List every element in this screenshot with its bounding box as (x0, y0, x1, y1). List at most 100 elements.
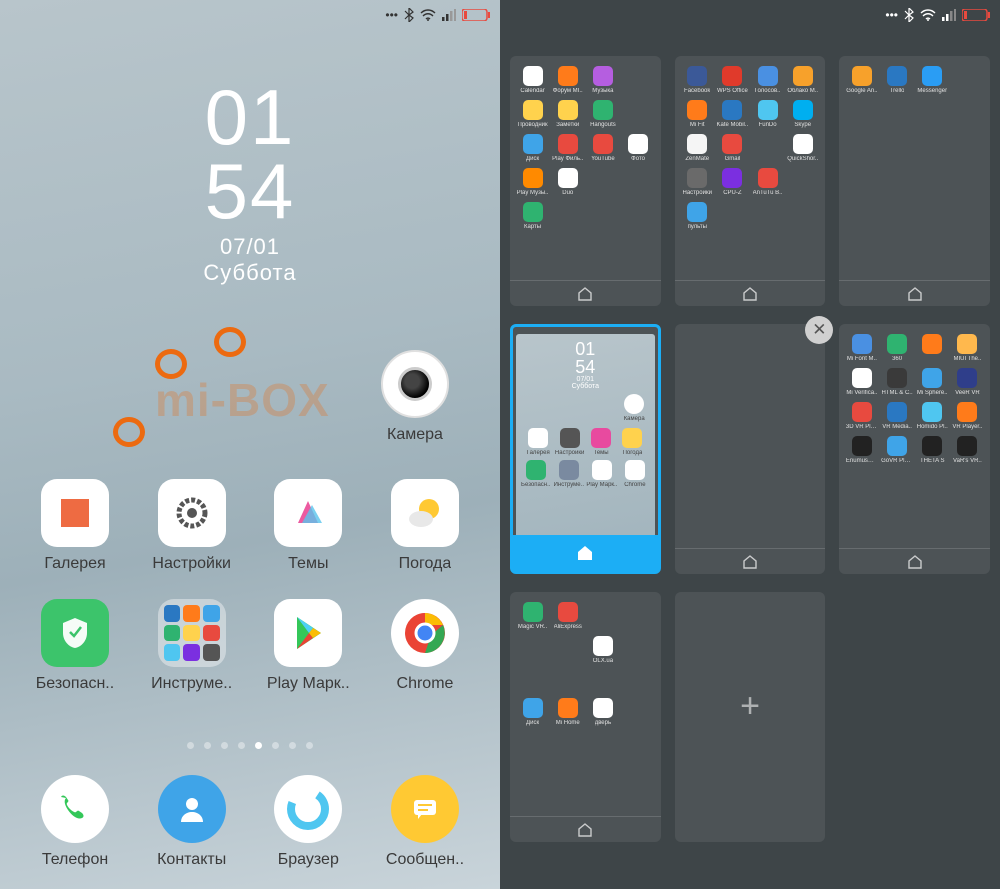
mini-app: Gmail (716, 134, 749, 162)
mini-app: Форум MI.. (551, 66, 584, 94)
signal-icon (442, 9, 456, 21)
more-dots: ••• (385, 8, 398, 22)
shield-icon (60, 616, 90, 650)
page-thumbnail[interactable]: FacebookWPS OfficeГолосов..Облако M..Mi … (675, 56, 826, 306)
app-label: Погода (399, 555, 452, 573)
bluetooth-icon (404, 8, 414, 22)
app-gallery[interactable]: Галерея (20, 479, 130, 573)
mini-app: THETA S (916, 436, 949, 464)
home-icon (575, 543, 595, 563)
battery-icon (462, 9, 490, 21)
page-thumbnail[interactable]: Google An..TrelloMessenger (839, 56, 990, 306)
mini-app (621, 670, 654, 692)
mini-app: Диск (516, 134, 549, 162)
home-screen: ••• 01 54 07/01 Суббота Камера Галерея Н… (0, 0, 500, 889)
mini-app: Заметки (551, 100, 584, 128)
watermark: mi-BOX (155, 373, 330, 427)
clock-date: 07/01 (0, 234, 500, 260)
mini-app: Mi Font M.. (845, 334, 878, 362)
app-label: Безопасн.. (36, 675, 114, 693)
home-icon (742, 286, 758, 302)
mini-app: EnumusVR.. (845, 436, 878, 464)
mini-app: Homido Pl.. (916, 402, 949, 430)
mini-app: Mi Sphere.. (916, 368, 949, 396)
thumb-home-bar (513, 535, 658, 571)
dock-contacts[interactable]: Контакты (137, 775, 247, 869)
mini-app: Инструме.. (553, 460, 584, 488)
camera-icon (398, 367, 432, 401)
mini-app: Настройки (681, 168, 714, 196)
mini-app: Skype (786, 100, 819, 128)
bluetooth-icon (904, 8, 914, 22)
wifi-icon (920, 9, 936, 21)
mini-app: AliExpress (551, 602, 584, 630)
page-indicator (0, 742, 500, 749)
thumb-home-bar (675, 280, 826, 306)
app-label: Камера (387, 426, 443, 444)
mini-app-grid: Mi Font M..360MIUI The..Mi Verifica..HTM… (845, 334, 984, 464)
page-thumbnail-active[interactable]: 0154 07/01Суббота Камера ГалереяНастройк… (510, 324, 661, 574)
mini-app: Погода (618, 428, 647, 456)
home-icon (577, 822, 593, 838)
page-thumbnail[interactable]: Mi Font M..360MIUI The..Mi Verifica..HTM… (839, 324, 990, 574)
app-themes[interactable]: Темы (253, 479, 363, 573)
overview-screen: ••• CalendarФорум MI..МузыкаПроводникЗам… (500, 0, 1000, 889)
dock-phone[interactable]: Телефон (20, 775, 130, 869)
page-thumbnail[interactable]: ✕ (675, 324, 826, 574)
dock-browser[interactable]: Браузер (253, 775, 363, 869)
mini-app-grid: Google An..TrelloMessenger (845, 66, 984, 94)
close-button[interactable]: ✕ (805, 316, 833, 344)
mini-app: пульты (681, 202, 714, 230)
mini-app: Безопасн.. (520, 460, 551, 488)
mini-app (751, 134, 784, 162)
message-icon (408, 792, 442, 826)
mini-app: Magic VR.. (516, 602, 549, 630)
mini-app (916, 334, 949, 362)
app-chrome[interactable]: Chrome (370, 599, 480, 693)
mini-app: Проводник (516, 100, 549, 128)
clock-minutes: 54 (0, 154, 500, 228)
mini-app: Trello (880, 66, 913, 94)
app-label: Инструме.. (151, 675, 232, 693)
mini-app (551, 670, 584, 692)
mini-app: Google An.. (845, 66, 878, 94)
weather-icon (403, 491, 447, 535)
app-weather[interactable]: Погода (370, 479, 480, 573)
page-thumbnail[interactable]: Magic VR..AliExpressOLX.uaДискMi Homeдве… (510, 592, 661, 842)
status-bar: ••• (375, 0, 500, 30)
app-security[interactable]: Безопасн.. (20, 599, 130, 693)
mini-app: Hangouts (586, 100, 619, 128)
themes-icon (288, 493, 328, 533)
app-play-store[interactable]: Play Марк.. (253, 599, 363, 693)
chrome-icon (401, 609, 449, 657)
annotation-circle (113, 417, 145, 447)
app-label: Галерея (44, 555, 105, 573)
mini-app: дверь (586, 698, 619, 726)
mini-app (621, 100, 654, 128)
app-label: Телефон (42, 851, 108, 869)
mini-app: OLX.ua (586, 636, 619, 664)
signal-icon (942, 9, 956, 21)
status-bar: ••• (875, 0, 1000, 30)
mini-app-grid: ГалереяНастройкиТемыПогода (519, 428, 651, 456)
phone-icon (58, 792, 92, 826)
add-page-button[interactable]: + (675, 592, 826, 842)
folder-icon (158, 599, 226, 667)
page-thumbnail[interactable]: CalendarФорум MI..МузыкаПроводникЗаметки… (510, 56, 661, 306)
mini-clock: 0154 07/01Суббота (572, 340, 599, 390)
annotation-circle (155, 349, 187, 379)
mini-app: QuickShor.. (786, 134, 819, 162)
plus-icon: + (740, 687, 760, 726)
app-camera[interactable]: Камера (360, 350, 470, 444)
mini-app: Диск (516, 698, 549, 726)
app-settings[interactable]: Настройки (137, 479, 247, 573)
app-tools-folder[interactable]: Инструме.. (137, 599, 247, 693)
clock-widget[interactable]: 01 54 07/01 Суббота (0, 80, 500, 286)
mini-app: Фото (621, 134, 654, 162)
browser-icon (286, 787, 330, 831)
dock-messages[interactable]: Сообщен.. (370, 775, 480, 869)
mini-app: 3D VR Play.. (845, 402, 878, 430)
home-icon (907, 554, 923, 570)
mini-app (586, 602, 619, 630)
battery-icon (962, 9, 990, 21)
